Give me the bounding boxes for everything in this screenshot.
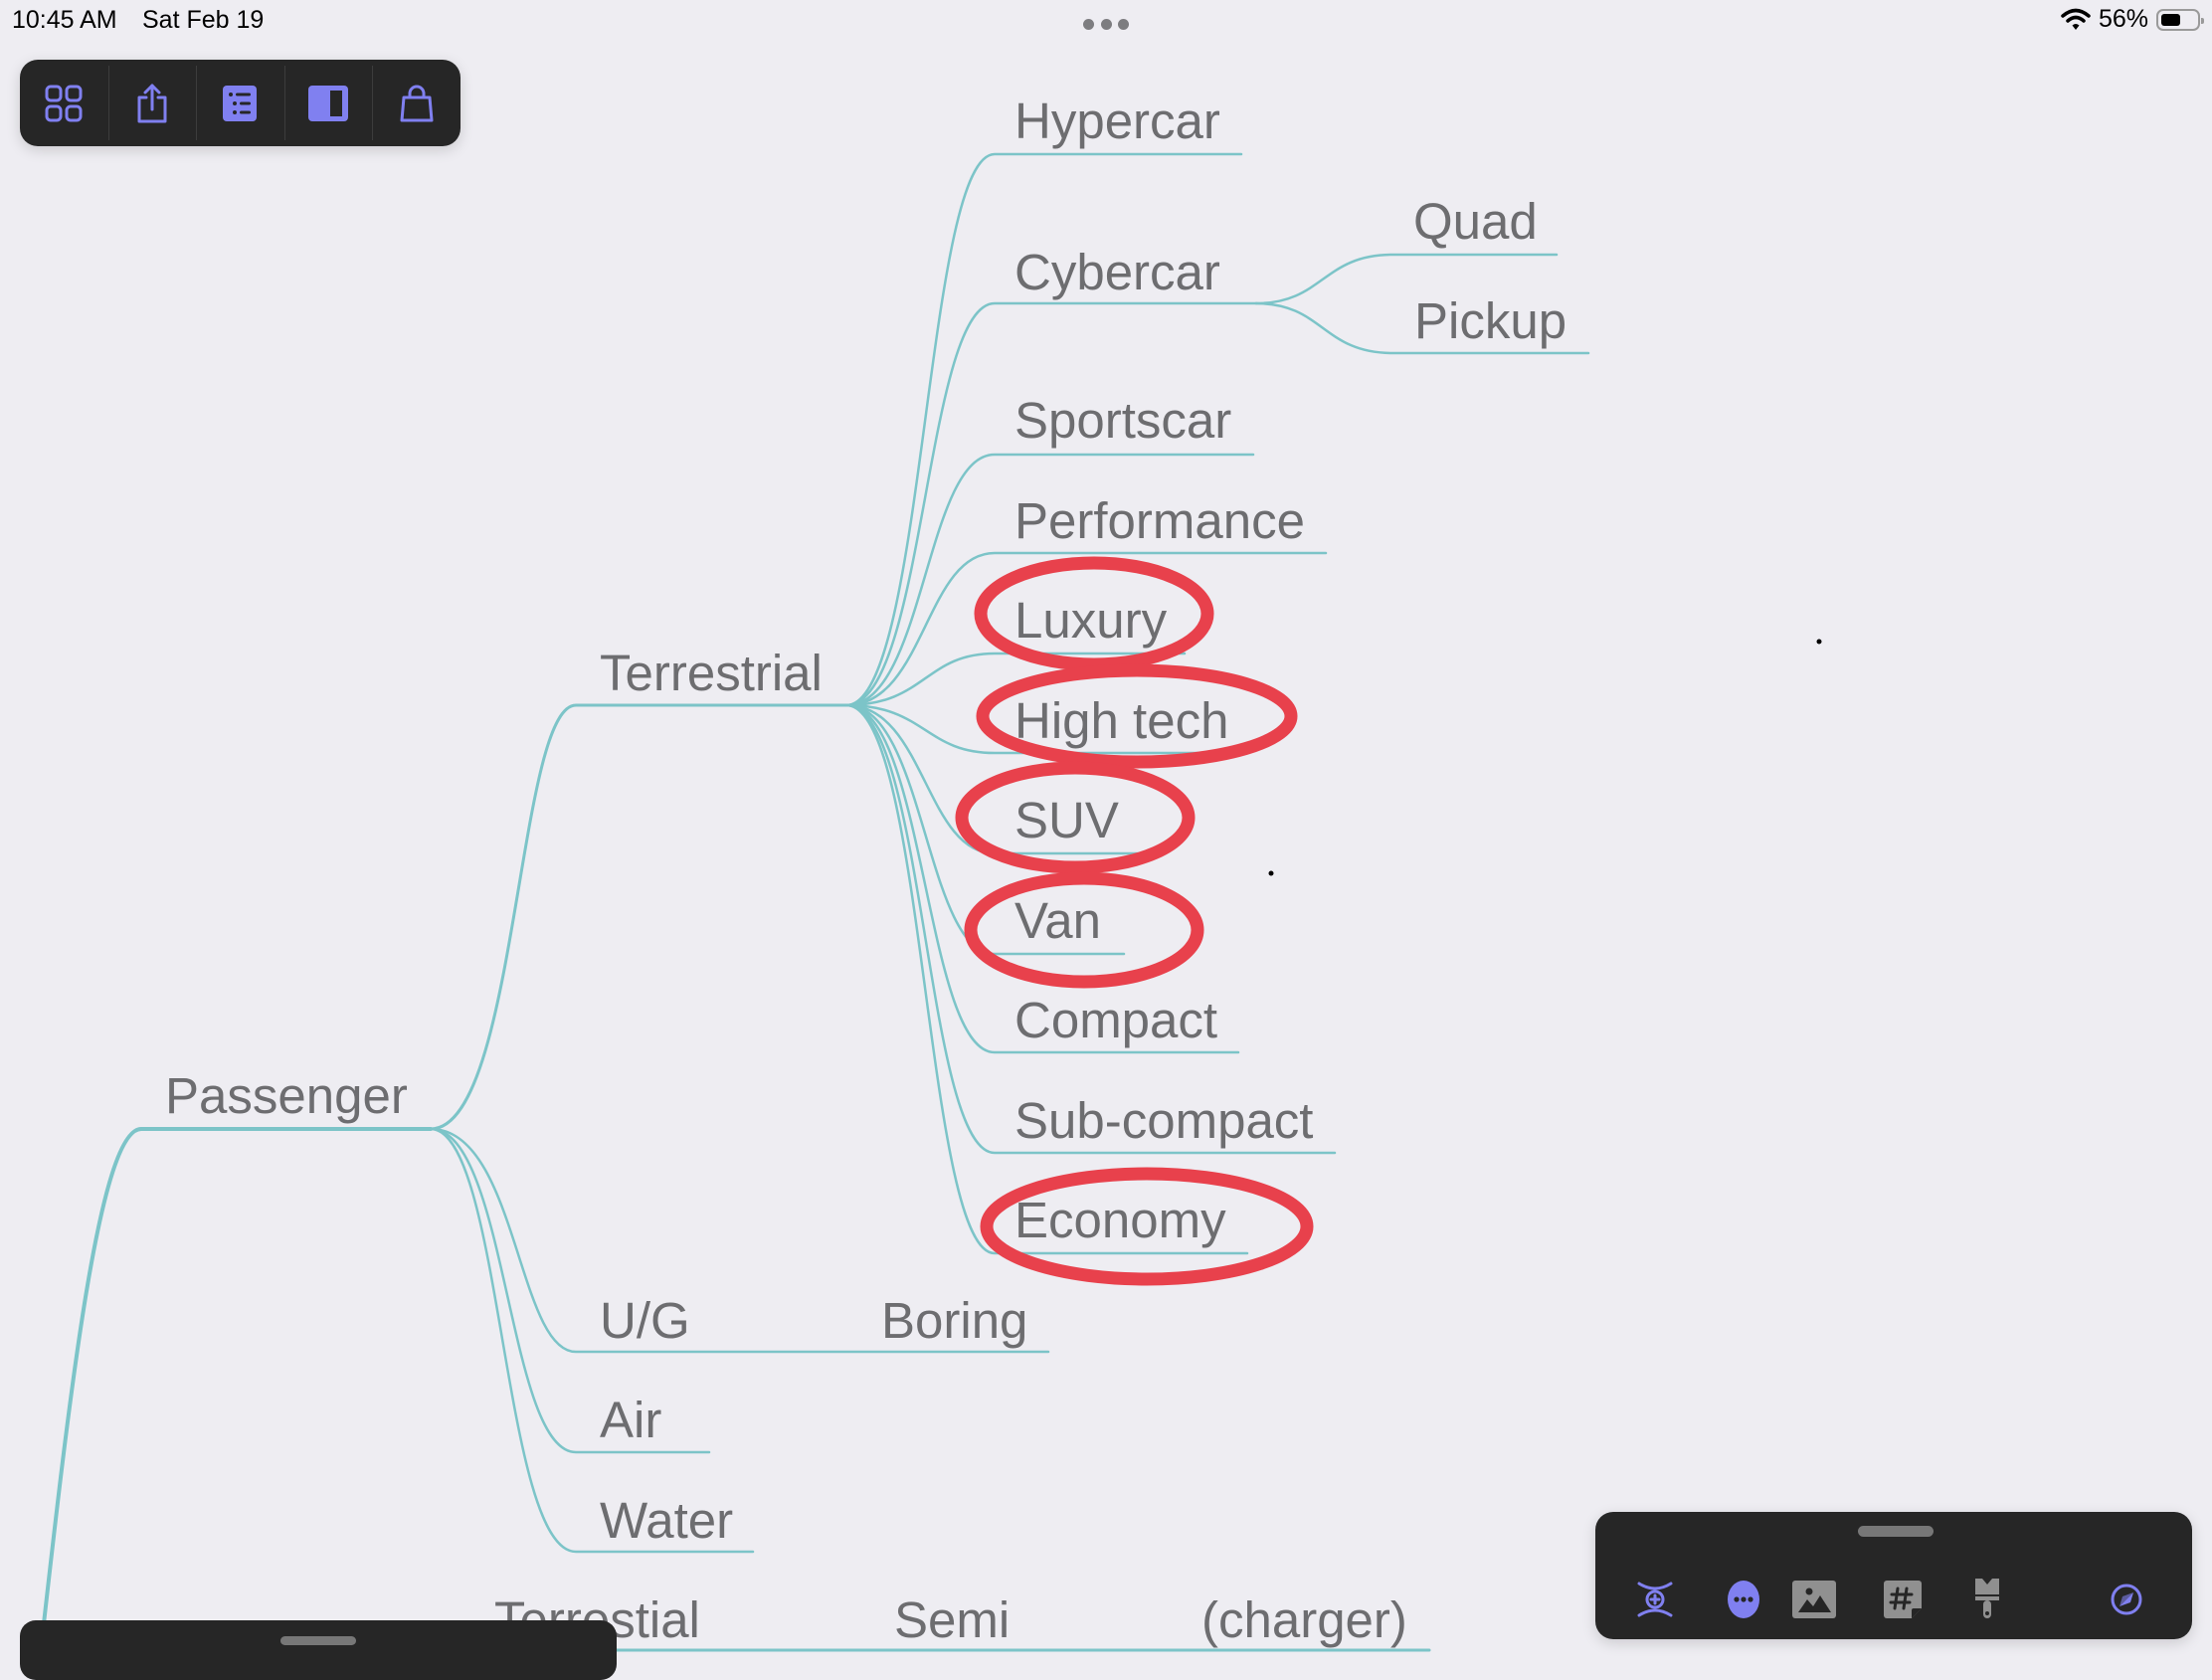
node-economy[interactable]: Economy xyxy=(1014,1195,1226,1245)
connector-root-passenger xyxy=(38,1127,433,1659)
connector-passenger-air xyxy=(429,1127,711,1454)
bottom-sheet[interactable] xyxy=(20,1620,617,1680)
node-cybercar[interactable]: Cybercar xyxy=(1014,247,1220,297)
node-hypercar[interactable]: Hypercar xyxy=(1014,95,1220,146)
connector-passenger-terrestrial xyxy=(429,703,848,1131)
insert-image-button[interactable] xyxy=(1790,1576,1838,1623)
sheet-grabber[interactable] xyxy=(280,1636,356,1645)
node-sportscar[interactable]: Sportscar xyxy=(1014,395,1231,446)
node-high-tech[interactable]: High tech xyxy=(1014,695,1228,746)
stray-dot xyxy=(1268,870,1274,876)
node-performance[interactable]: Performance xyxy=(1014,495,1305,546)
hashtag-icon xyxy=(1884,1581,1922,1618)
node-van[interactable]: Van xyxy=(1014,895,1101,946)
node-boring[interactable]: Boring xyxy=(881,1295,1027,1346)
node-suv[interactable]: SUV xyxy=(1014,795,1119,845)
ellipsis-circle-icon xyxy=(1728,1581,1759,1618)
image-icon xyxy=(1792,1581,1836,1618)
node-air[interactable]: Air xyxy=(600,1395,661,1445)
node-charger[interactable]: (charger) xyxy=(1201,1594,1407,1645)
more-button[interactable] xyxy=(1720,1576,1767,1623)
add-connection-icon xyxy=(1637,1582,1673,1617)
node-terrestrial[interactable]: Terrestrial xyxy=(600,648,823,698)
node-compact[interactable]: Compact xyxy=(1014,995,1217,1045)
node-ug[interactable]: U/G xyxy=(600,1295,690,1346)
toolbar-grabber[interactable] xyxy=(1858,1526,1934,1537)
connector-passenger-water xyxy=(429,1127,755,1554)
compass-icon xyxy=(2111,1584,2142,1615)
style-button[interactable] xyxy=(1963,1576,2011,1623)
node-semi[interactable]: Semi xyxy=(894,1594,1010,1645)
node-quad[interactable]: Quad xyxy=(1413,196,1538,247)
node-passenger[interactable]: Passenger xyxy=(165,1070,408,1121)
bottom-toolbar xyxy=(1595,1512,2192,1639)
paintbrush-icon xyxy=(1975,1579,1999,1618)
node-water[interactable]: Water xyxy=(600,1495,733,1546)
stray-dot xyxy=(1816,639,1822,645)
node-sub-compact[interactable]: Sub-compact xyxy=(1014,1095,1313,1146)
node-luxury[interactable]: Luxury xyxy=(1014,595,1167,646)
focus-button[interactable] xyxy=(2103,1576,2150,1623)
node-pickup[interactable]: Pickup xyxy=(1414,295,1567,346)
tag-button[interactable] xyxy=(1879,1576,1927,1623)
add-node-button[interactable] xyxy=(1631,1576,1679,1623)
